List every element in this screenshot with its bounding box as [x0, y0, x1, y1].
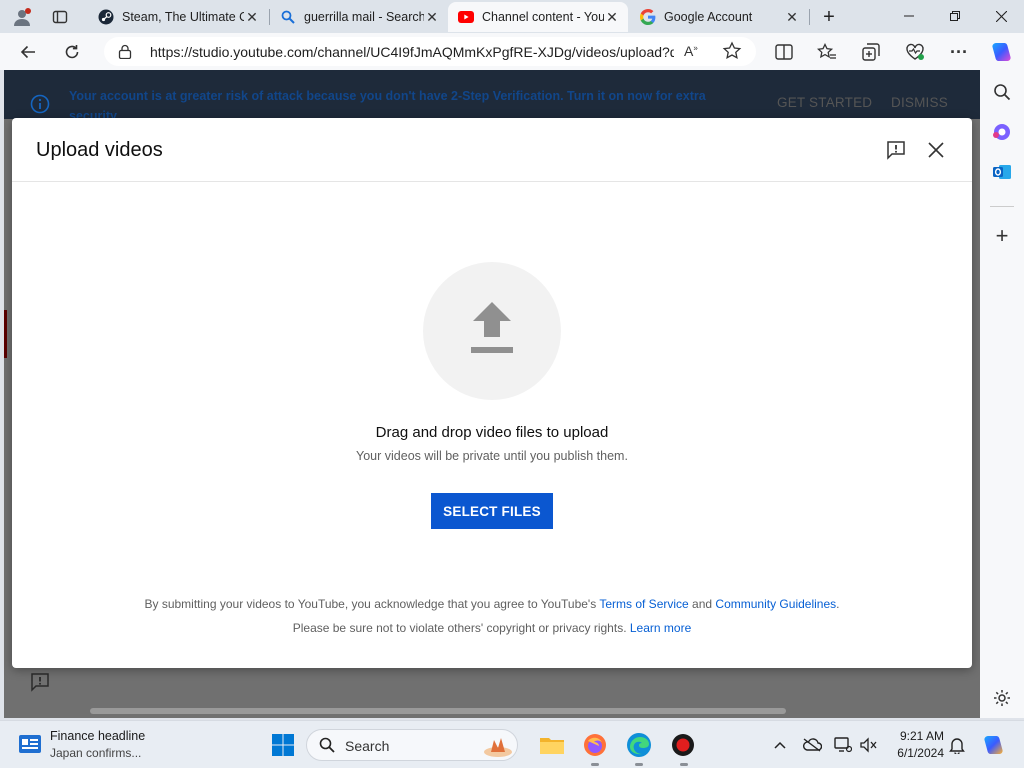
- notification-bell-icon[interactable]: [947, 735, 967, 755]
- tab-title: Steam, The Ultimate O: [122, 10, 244, 24]
- clock-time[interactable]: 9:21 AM: [884, 729, 944, 743]
- profile-icon[interactable]: [9, 4, 35, 30]
- edge-active-indicator: [635, 763, 643, 766]
- legal-and: and: [692, 597, 713, 611]
- clock-date[interactable]: 6/1/2024: [884, 746, 944, 760]
- favorites-icon[interactable]: [813, 38, 841, 66]
- new-tab-icon[interactable]: +: [816, 4, 842, 30]
- tab-title: Google Account: [664, 10, 753, 24]
- firefox-icon[interactable]: [581, 731, 609, 759]
- browser-toolbar: https://studio.youtube.com/channel/UC4I9…: [0, 33, 1024, 70]
- show-hidden-icons-icon[interactable]: [770, 735, 790, 755]
- sidebar-outlook-icon[interactable]: [990, 160, 1014, 184]
- screen-recorder-icon[interactable]: [669, 731, 697, 759]
- close-tab-icon[interactable]: ✕: [244, 9, 260, 25]
- network-display-icon[interactable]: [833, 735, 853, 755]
- copilot-icon[interactable]: [988, 38, 1016, 66]
- learn-more-link[interactable]: Learn more: [630, 621, 691, 635]
- restore-icon[interactable]: [932, 0, 978, 32]
- select-files-button[interactable]: SELECT FILES: [431, 493, 553, 529]
- taskbar-search-box[interactable]: Search: [306, 729, 518, 761]
- onedrive-offline-icon[interactable]: [802, 735, 822, 755]
- tab-title: Channel content - YouTube: [482, 10, 604, 24]
- close-tab-icon[interactable]: ✕: [784, 9, 800, 25]
- firefox-running-indicator: [591, 763, 599, 766]
- lock-icon[interactable]: [118, 44, 132, 64]
- browser-essentials-icon[interactable]: [901, 38, 929, 66]
- dialog-header: Upload videos: [12, 118, 972, 182]
- upload-drop-zone[interactable]: [423, 262, 561, 400]
- back-icon[interactable]: [14, 38, 42, 66]
- close-dialog-icon[interactable]: [924, 138, 948, 162]
- edge-browser-icon[interactable]: [625, 731, 653, 759]
- news-widget-icon[interactable]: [18, 733, 42, 755]
- legal-text-2: Please be sure not to violate others' co…: [292, 621, 627, 635]
- sidebar-settings-icon[interactable]: [990, 686, 1014, 710]
- favorite-star-icon[interactable]: [722, 41, 742, 66]
- address-bar[interactable]: https://studio.youtube.com/channel/UC4I9…: [104, 37, 756, 66]
- close-tab-icon[interactable]: ✕: [424, 9, 440, 25]
- get-started-button[interactable]: GET STARTED: [777, 95, 872, 110]
- terms-of-service-link[interactable]: Terms of Service: [599, 597, 688, 611]
- community-guidelines-link[interactable]: Community Guidelines: [715, 597, 836, 611]
- search-icon: [280, 9, 296, 25]
- settings-more-icon[interactable]: ···: [945, 38, 973, 66]
- browser-tab-strip: Steam, The Ultimate O ✕ guerrilla mail -…: [0, 0, 1024, 33]
- search-highlight-icon: [483, 732, 513, 763]
- legal-line-1: By submitting your videos to YouTube, yo…: [12, 597, 972, 611]
- security-banner: Your account is at greater risk of attac…: [4, 70, 980, 123]
- volume-muted-icon[interactable]: [858, 735, 878, 755]
- minimize-icon[interactable]: [886, 0, 932, 32]
- tab-steam[interactable]: Steam, The Ultimate O ✕: [88, 2, 268, 32]
- tab-channel-content[interactable]: Channel content - YouTube ✕: [448, 2, 628, 32]
- tab-google-account[interactable]: Google Account ✕: [630, 2, 808, 32]
- taskbar-search-placeholder: Search: [345, 738, 390, 754]
- upload-arrow-icon: [471, 301, 513, 361]
- horizontal-scrollbar[interactable]: [90, 708, 786, 714]
- sidebar-active-indicator: [4, 310, 7, 358]
- tab-title: guerrilla mail - Search: [304, 10, 424, 24]
- url-text[interactable]: https://studio.youtube.com/channel/UC4I9…: [150, 44, 674, 60]
- news-headline[interactable]: Finance headline: [50, 729, 145, 743]
- google-icon: [640, 9, 656, 25]
- drop-title: Drag and drop video files to upload: [375, 424, 609, 441]
- tab-separator: [809, 9, 810, 25]
- recorder-running-indicator: [680, 763, 688, 766]
- dialog-title: Upload videos: [36, 139, 163, 161]
- upload-videos-dialog: Upload videos Drag and drop video files …: [12, 118, 972, 668]
- windows-taskbar: Finance headline Japan confirms... Searc…: [0, 720, 1024, 768]
- sidebar-office-icon[interactable]: [990, 120, 1014, 144]
- copilot-taskbar-icon[interactable]: [982, 733, 1006, 757]
- dismiss-button[interactable]: DISMISS: [891, 95, 948, 110]
- edge-sidebar: +: [980, 70, 1024, 718]
- news-subtitle[interactable]: Japan confirms...: [50, 746, 141, 760]
- sidebar-add-icon[interactable]: +: [990, 223, 1014, 248]
- youtube-icon: [458, 9, 474, 25]
- windows-start-icon[interactable]: [269, 731, 297, 759]
- close-window-icon[interactable]: [978, 0, 1024, 32]
- refresh-icon[interactable]: [58, 38, 86, 66]
- read-aloud-icon[interactable]: A»: [684, 43, 698, 59]
- steam-icon: [98, 9, 114, 25]
- feedback-icon[interactable]: [30, 672, 50, 692]
- drop-subtitle: Your videos will be private until you pu…: [356, 449, 628, 463]
- taskbar-search-icon: [319, 737, 335, 758]
- send-feedback-icon[interactable]: [884, 138, 908, 162]
- sidebar-search-icon[interactable]: [990, 80, 1014, 104]
- legal-period: .: [836, 597, 840, 611]
- legal-text: By submitting your videos to YouTube, yo…: [144, 597, 597, 611]
- tab-guerrilla-mail-search[interactable]: guerrilla mail - Search ✕: [270, 2, 448, 32]
- legal-line-2: Please be sure not to violate others' co…: [12, 621, 972, 635]
- tab-actions-icon[interactable]: [47, 4, 73, 30]
- sidebar-separator: [990, 206, 1014, 207]
- info-icon: [30, 94, 50, 114]
- file-explorer-icon[interactable]: [538, 731, 566, 759]
- split-screen-icon[interactable]: [770, 38, 798, 66]
- close-tab-icon[interactable]: ✕: [604, 9, 620, 25]
- collections-icon[interactable]: [857, 38, 885, 66]
